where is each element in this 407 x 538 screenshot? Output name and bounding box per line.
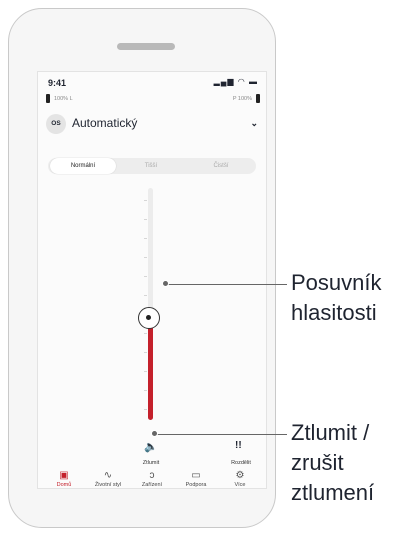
phone-frame: 9:41 ▂▄▆ ◠ ▬ 100% L P 100% OS Automatick… (8, 8, 276, 528)
pulse-icon: ∿ (103, 470, 113, 481)
status-time: 9:41 (48, 78, 67, 88)
volume-tick (144, 409, 147, 410)
hearing-aid-icon: ↄ (149, 470, 155, 481)
volume-tick (144, 238, 147, 239)
nav-label-lifestyle: Životní styl (94, 482, 122, 488)
tab-quieter[interactable]: Tišší (118, 158, 184, 174)
sound-mode-tabs: Normální Tišší Čistší (48, 158, 256, 174)
battery-row: 100% L P 100% (46, 94, 260, 106)
program-icon: OS (46, 114, 66, 134)
handle-dot (146, 314, 151, 320)
chat-bubble-icon: ▭ (191, 470, 201, 481)
callout-dot-volume (162, 280, 169, 287)
program-selector[interactable]: OS Automatický ⌄ (46, 112, 260, 138)
volume-tick (144, 333, 147, 334)
right-battery-icon (256, 94, 260, 103)
status-icons: ▂▄▆ ◠ ▬ (213, 77, 258, 86)
callout-text-volume-slider: Posuvník hlasitosti (291, 270, 382, 325)
nav-item-device[interactable]: ↄ Zařízení (130, 470, 174, 488)
volume-tick (144, 219, 147, 220)
left-battery-text: 100% L (54, 96, 73, 102)
volume-tick (144, 276, 147, 277)
nav-item-home[interactable]: ▣ Domů (42, 470, 86, 488)
nav-label-support: Podpora (185, 482, 207, 488)
tab-clearer[interactable]: Čistší (188, 158, 254, 174)
volume-tick (144, 200, 147, 201)
program-name: Automatický (72, 116, 138, 130)
nav-label-device: Zařízení (141, 482, 163, 488)
nav-item-lifestyle[interactable]: ∿ Životní styl (86, 470, 130, 488)
nav-item-more[interactable]: ⚙ Více (218, 470, 262, 488)
mute-button-label[interactable]: Ztlumit (124, 460, 178, 466)
gear-icon: ⚙ (235, 470, 245, 481)
callout-line-mute (155, 434, 287, 435)
tab-normal[interactable]: Normální (50, 158, 116, 174)
chevron-down-icon[interactable]: ⌄ (250, 118, 258, 129)
bottom-nav: ▣ Domů ∿ Životní styl ↄ Zařízení ▭ Podpo… (38, 470, 266, 488)
volume-tick (144, 390, 147, 391)
nav-label-more: Více (234, 482, 246, 488)
volume-tick (144, 295, 147, 296)
speaker-icon[interactable]: 🔈 (144, 440, 158, 453)
home-icon: ▣ (59, 470, 69, 481)
callout-dot-mute (151, 430, 158, 437)
split-icon[interactable]: ǃǃ (235, 440, 242, 451)
nav-label-home: Domů (56, 482, 72, 488)
left-battery-icon (46, 94, 50, 103)
right-battery-text: P 100% (232, 96, 252, 102)
volume-slider-fill (148, 317, 153, 420)
volume-tick (144, 352, 147, 353)
nav-item-support[interactable]: ▭ Podpora (174, 470, 218, 488)
split-button-label[interactable]: Rozdělit (216, 460, 266, 466)
volume-tick (144, 257, 147, 258)
phone-speaker (117, 43, 175, 50)
app-screen: 9:41 ▂▄▆ ◠ ▬ 100% L P 100% OS Automatick… (37, 71, 267, 489)
volume-slider-handle[interactable] (138, 306, 160, 329)
callout-line-volume (166, 284, 287, 285)
callout-text-mute: Ztlumit / zrušit ztlumení (291, 420, 375, 505)
volume-tick (144, 371, 147, 372)
